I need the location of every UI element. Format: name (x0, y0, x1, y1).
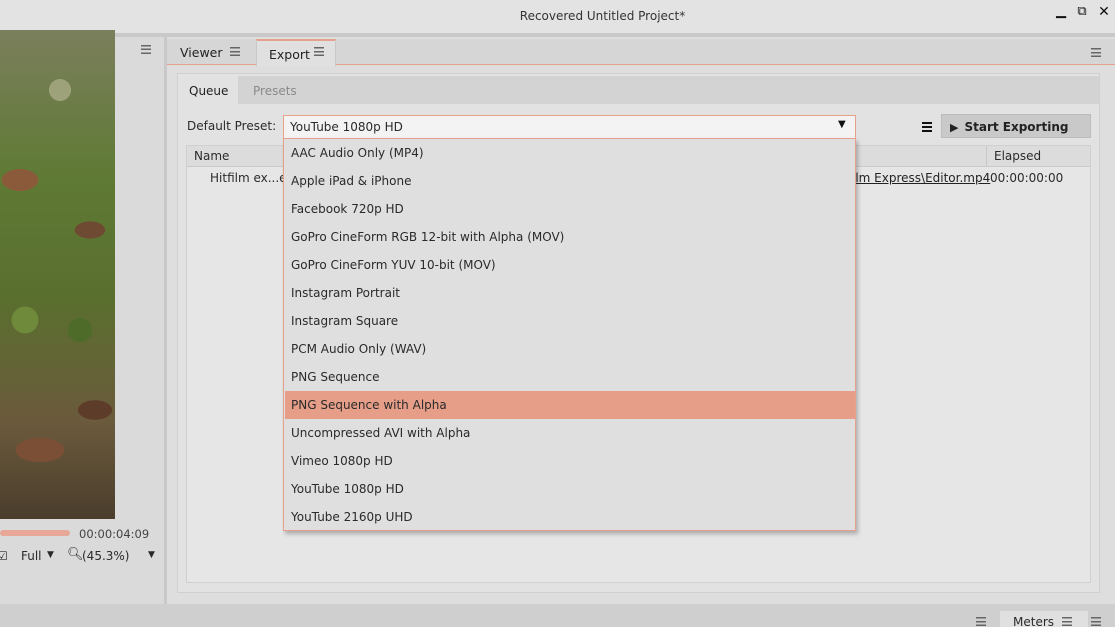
column-header-elapsed[interactable]: Elapsed (994, 149, 1041, 163)
timecode-display: 00:00:04:09 (79, 527, 150, 541)
dropdown-arrow-icon[interactable]: ▼ (838, 119, 846, 130)
queue-menu-icon[interactable] (922, 122, 932, 132)
window-title: Recovered Untitled Project* (519, 9, 686, 23)
dropdown-option[interactable]: PCM Audio Only (WAV) (285, 335, 855, 363)
dropdown-option-highlighted[interactable]: PNG Sequence with Alpha (285, 391, 855, 419)
dropdown-option[interactable]: AAC Audio Only (MP4) (285, 139, 855, 167)
dropdown-option[interactable]: Instagram Square (285, 307, 855, 335)
viewer-panel-menu-icon[interactable] (141, 45, 151, 54)
bottom-panel-bar (0, 604, 1115, 627)
tab-viewer[interactable]: Viewer (167, 39, 255, 65)
dropdown-option[interactable]: YouTube 1080p HD (285, 475, 855, 503)
tab-export[interactable]: Export (256, 39, 336, 66)
start-exporting-button[interactable]: ▶ Start Exporting (941, 114, 1091, 138)
dropdown-option[interactable]: Facebook 720p HD (285, 195, 855, 223)
column-divider (986, 146, 987, 167)
checkbox-icon[interactable]: ☑ (0, 549, 8, 563)
meters-tab-menu-icon[interactable] (1062, 617, 1072, 626)
dropdown-option[interactable]: Uncompressed AVI with Alpha (285, 419, 855, 447)
export-tab-menu-icon[interactable] (314, 47, 324, 56)
dropdown-option[interactable]: Vimeo 1080p HD (285, 447, 855, 475)
minimize-button[interactable]: ▁ (1051, 4, 1071, 22)
chevron-down-icon[interactable]: ▼ (47, 550, 54, 560)
tab-presets[interactable]: Presets (253, 76, 297, 104)
default-preset-select[interactable]: YouTube 1080p HD (283, 115, 856, 138)
dropdown-option[interactable]: YouTube 2160p UHD (285, 503, 855, 531)
start-exporting-label: Start Exporting (964, 120, 1069, 134)
timeline-scrubber[interactable] (0, 530, 70, 536)
play-icon: ▶ (950, 121, 959, 134)
preset-dropdown-list: AAC Audio Only (MP4) Apple iPad & iPhone… (283, 138, 856, 531)
chevron-down-icon[interactable]: ▼ (148, 550, 155, 560)
queue-row-output-path[interactable]: ilm Express\Editor.mp4 (852, 171, 990, 185)
restore-button[interactable]: ⧉ (1072, 4, 1092, 22)
subtab-bar (178, 76, 1099, 104)
dropdown-option[interactable]: Apple iPad & iPhone (285, 167, 855, 195)
queue-row-elapsed: 00:00:00:00 (990, 171, 1064, 185)
column-header-name[interactable]: Name (194, 149, 229, 163)
panel-menu-icon[interactable] (1091, 48, 1101, 57)
video-preview (0, 30, 115, 519)
dropdown-option[interactable]: GoPro CineForm RGB 12-bit with Alpha (MO… (285, 223, 855, 251)
zoom-level[interactable]: (45.3%) (82, 549, 129, 563)
dropdown-option[interactable]: Instagram Portrait (285, 279, 855, 307)
quality-dropdown[interactable]: Full (21, 549, 42, 563)
queue-row-name[interactable]: Hitfilm ex...es (210, 171, 293, 185)
tab-queue[interactable]: Queue (178, 76, 238, 104)
viewer-tab-menu-icon[interactable] (230, 47, 240, 56)
close-button[interactable]: ✕ (1094, 4, 1114, 22)
bottom-right-menu-icon[interactable] (1091, 617, 1101, 626)
default-preset-label: Default Preset: (187, 119, 277, 133)
tab-meters[interactable]: Meters (1000, 611, 1088, 627)
bottom-panel-menu-icon[interactable] (976, 617, 986, 626)
dropdown-option[interactable]: GoPro CineForm YUV 10-bit (MOV) (285, 251, 855, 279)
dropdown-option[interactable]: PNG Sequence (285, 363, 855, 391)
